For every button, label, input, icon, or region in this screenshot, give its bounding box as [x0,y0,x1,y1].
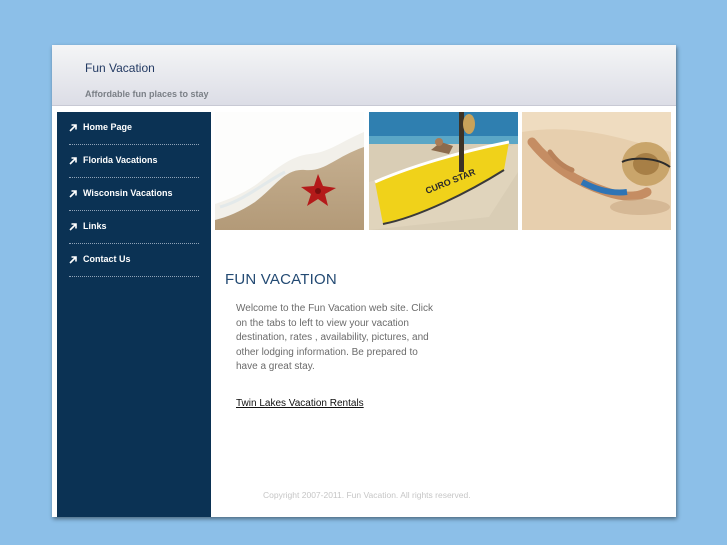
sidebar-nav: Home Page Florida Vacations Wisconsin Va… [57,112,211,517]
sidebar-item-contact[interactable]: Contact Us [57,244,211,277]
site-title[interactable]: Fun Vacation [85,61,155,75]
arrow-up-right-icon [69,157,77,165]
copyright-text: Copyright 2007-2011. Fun Vacation. All r… [263,490,471,500]
divider [69,276,199,277]
twin-lakes-link[interactable]: Twin Lakes Vacation Rentals [236,398,364,409]
sidebar-item-label: Florida Vacations [83,155,158,165]
sidebar-item-label: Wisconsin Vacations [83,188,173,198]
photo-starfish-beach [215,112,364,230]
sidebar-item-florida[interactable]: Florida Vacations [57,145,211,178]
photo-sunbather [522,112,671,230]
sidebar-item-label: Links [83,221,107,231]
site-header: Fun Vacation Affordable fun places to st… [52,45,676,106]
content-heading: FUN VACATION [225,271,337,288]
site-tagline: Affordable fun places to stay [85,89,209,99]
sidebar-item-links[interactable]: Links [57,211,211,244]
arrow-up-right-icon [69,223,77,231]
sidebar-item-wisconsin[interactable]: Wisconsin Vacations [57,178,211,211]
page-frame: Fun Vacation Affordable fun places to st… [52,45,676,517]
photo-boat-beach: CURO STAR [369,112,518,230]
sidebar-item-home[interactable]: Home Page [57,112,211,145]
arrow-up-right-icon [69,124,77,132]
arrow-up-right-icon [69,256,77,264]
arrow-up-right-icon [69,190,77,198]
sidebar-item-label: Contact Us [83,254,131,264]
sidebar-item-label: Home Page [83,122,133,132]
welcome-text: Welcome to the Fun Vacation web site. Cl… [236,303,433,372]
